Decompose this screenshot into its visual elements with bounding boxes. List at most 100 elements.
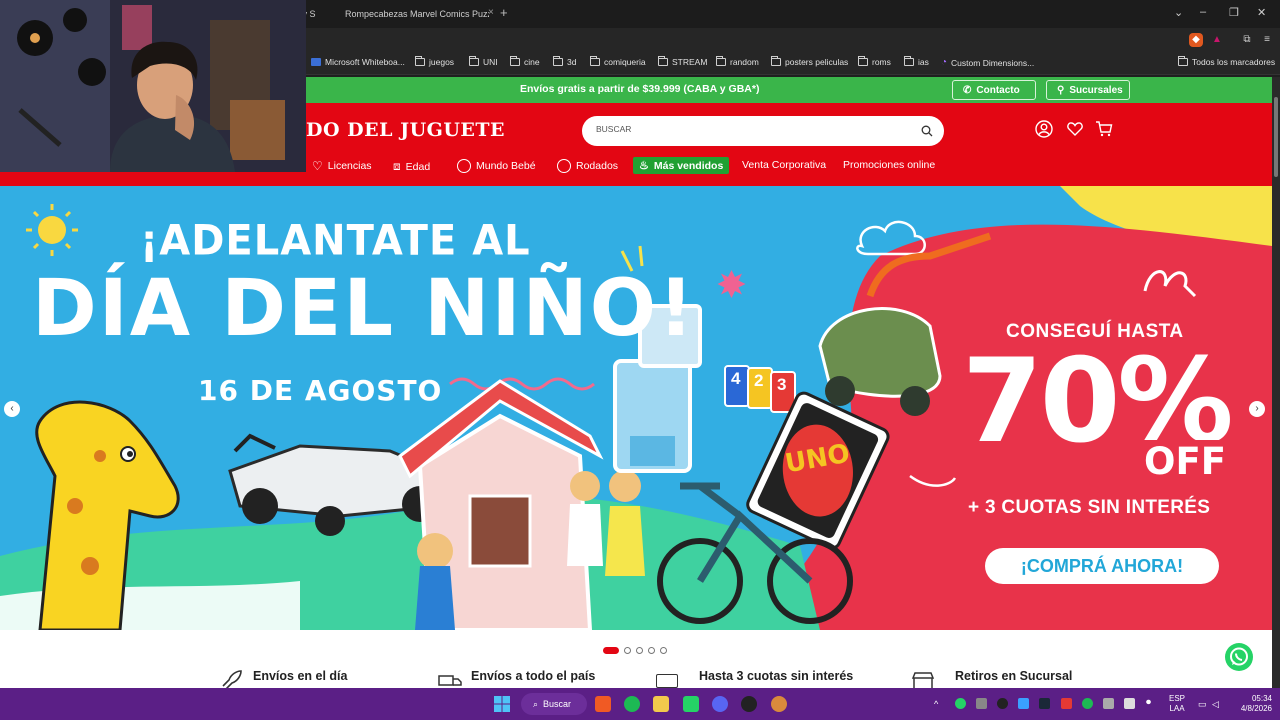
carousel-prev-button[interactable]: ‹ [4,401,20,417]
carousel-dot[interactable] [624,647,631,654]
carousel-dot[interactable] [603,647,619,654]
discord-icon[interactable] [712,696,728,712]
bookmark-label: UNI [483,57,498,67]
blocks-icon: ⧈ [393,159,401,173]
app-icon[interactable] [771,696,787,712]
carousel-dot[interactable] [636,647,643,654]
nav-label: Licencias [327,160,372,172]
tray-app-icon[interactable] [976,698,987,709]
bookmark-folder[interactable]: comiqueria [590,56,646,67]
new-tab-icon[interactable]: + [500,5,508,20]
bookmark-folder[interactable]: roms [858,56,891,67]
bookmark-label: Microsoft Whiteboa... [325,57,405,67]
bookmark-label: STREAM [672,57,708,67]
brave-browser-icon[interactable] [595,696,611,712]
nav-label: Mundo Bebé [476,160,536,172]
volume-icon[interactable]: ◁ [1212,699,1219,709]
file-explorer-icon[interactable] [653,696,669,712]
store-logo[interactable]: DO DEL JUGUETE [306,119,505,141]
brave-rewards-icon[interactable]: ▲ [1210,33,1224,47]
nav-edad[interactable]: ⧈ Edad [393,159,430,174]
branches-button[interactable]: ⚲ Sucursales [1046,80,1130,100]
folder-icon [590,56,600,66]
tray-obs-icon[interactable] [997,698,1008,709]
search-box[interactable] [582,116,944,146]
buy-now-button[interactable]: ¡COMPRÁ AHORA! [985,548,1219,584]
bookmark-label: cine [524,57,540,67]
taskbar-search[interactable]: ⌕ Buscar [521,693,587,715]
microphone-icon[interactable]: ⏺ [1146,698,1151,708]
tray-app-icon[interactable] [1018,698,1029,709]
bookmark-folder[interactable]: juegos [415,56,454,67]
tab-close-icon[interactable]: × [488,7,494,18]
tray-app-icon[interactable] [1103,698,1114,709]
nav-mundo-bebe[interactable]: Mundo Bebé [457,159,536,173]
tray-app-icon[interactable] [1061,698,1072,709]
minimize-icon[interactable]: – [1200,6,1206,18]
tray-spotify-icon[interactable] [1082,698,1093,709]
bookmark-label: random [730,57,759,67]
bookmark-folder[interactable]: random [716,56,759,67]
carousel-dot[interactable] [648,647,655,654]
language-indicator[interactable]: ESP LAA [1167,694,1187,714]
whatsapp-chat-button[interactable] [1225,643,1253,671]
all-bookmarks-folder[interactable]: Todos los marcadores [1178,56,1276,67]
windows-start-icon[interactable] [494,696,510,712]
bookmark-folder[interactable]: cine [510,56,540,67]
wishlist-heart-icon[interactable] [1066,120,1084,138]
tray-overflow-chevron-icon[interactable]: ^ [934,699,938,709]
nav-rodados[interactable]: Rodados [557,159,618,173]
bookmark-folder[interactable]: ias [904,56,929,67]
tray-whatsapp-icon[interactable] [955,698,966,709]
nav-venta-corporativa[interactable]: Venta Corporativa [742,159,826,171]
windows-taskbar: ⌕ Buscar ^ ⏺ ESP LAA ▭ ◁ 05:34 4/8/2026 [0,688,1280,720]
custom-dimensions-icon: ◔ [941,57,948,68]
hero-banner[interactable]: ¡ADELANTATE AL DÍA DEL NIÑO! 16 DE AGOST… [0,186,1272,630]
brave-shield-icon[interactable]: ◆ [1189,33,1203,47]
carousel-dot[interactable] [660,647,667,654]
network-icon[interactable]: ▭ [1198,699,1207,709]
location-pin-icon: ⚲ [1057,84,1065,96]
bookmark-item[interactable]: ◔ Custom Dimensions... [941,57,1034,68]
clock[interactable]: 05:34 4/8/2026 [1226,694,1272,714]
bookmark-item[interactable]: Microsoft Whiteboa... [311,57,405,67]
bookmark-folder[interactable]: STREAM [658,56,708,67]
carousel-next-button[interactable]: › [1249,401,1265,417]
bookmark-label: posters peliculas [785,57,849,67]
bookmark-label: Todos los marcadores [1192,57,1276,67]
cart-icon[interactable] [1095,120,1113,138]
folder-icon [1178,56,1188,66]
close-window-icon[interactable]: ✕ [1257,6,1266,19]
maximize-icon[interactable]: ❐ [1229,6,1239,19]
nav-promociones-online[interactable]: Promociones online [843,159,935,171]
folder-icon [553,56,563,66]
account-icon[interactable] [1035,120,1053,138]
truck-icon [438,675,462,686]
bookmark-folder[interactable]: posters peliculas [771,56,849,67]
contact-button[interactable]: ✆ Contacto [952,80,1036,100]
nav-licencias[interactable]: ♡ Licencias [312,159,372,173]
bookmark-folder[interactable]: 3d [553,56,576,67]
nav-mas-vendidos[interactable]: ♨ Más vendidos [633,157,730,174]
bookmark-label: roms [872,57,891,67]
scrollbar-thumb[interactable] [1274,97,1278,177]
mickey-icon: ♡ [312,159,323,173]
search-input[interactable] [596,124,896,134]
folder-icon [858,56,868,66]
tray-steam-icon[interactable] [1039,698,1050,709]
whatsapp-taskbar-icon[interactable] [683,696,699,712]
bookmark-folder[interactable]: UNI [469,56,498,67]
menu-icon[interactable]: ≡ [1260,33,1274,47]
spotify-icon[interactable] [624,696,640,712]
free-shipping-text: Envíos gratis a partir de $39.999 (CABA … [520,83,760,95]
search-icon[interactable] [921,125,933,137]
extensions-icon[interactable]: ⧉ [1240,33,1254,47]
tray-equalizer-icon[interactable] [1124,698,1135,709]
card-number: 2 [754,371,764,390]
page-scrollbar[interactable] [1272,77,1280,688]
folder-icon [771,56,781,66]
obs-icon[interactable] [741,696,757,712]
browser-tab-active[interactable]: Rompecabezas Marvel Comics Puzzle [339,4,489,24]
tab-title: Rompecabezas Marvel Comics Puzzle [345,9,489,19]
tab-search-chevron-icon[interactable]: ⌄ [1174,6,1183,19]
